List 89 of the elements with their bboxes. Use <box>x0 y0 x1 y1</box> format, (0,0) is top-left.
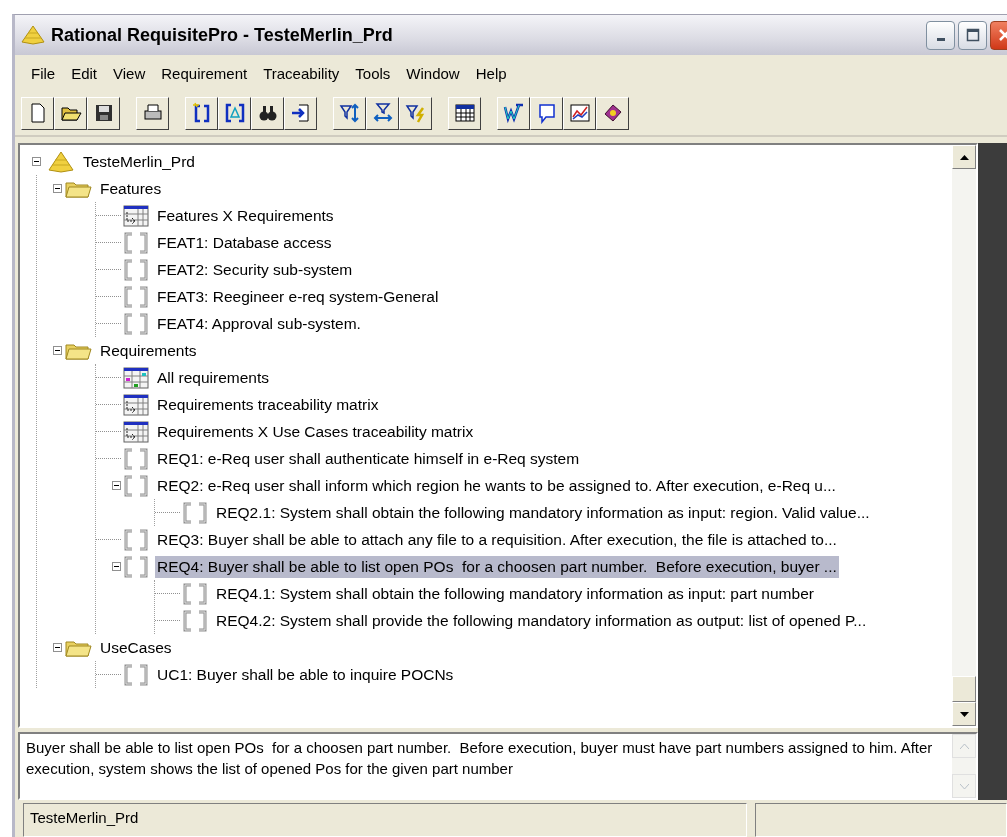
brackets-icon <box>182 609 208 632</box>
brackets-icon <box>123 258 149 281</box>
print-button[interactable] <box>136 96 169 130</box>
menu-item[interactable]: Tools <box>347 60 399 86</box>
brackets-icon <box>123 555 149 578</box>
menu-item[interactable]: Edit <box>63 60 106 86</box>
minus-icon <box>53 184 62 193</box>
minimize-icon <box>936 37 945 41</box>
brackets-icon <box>123 447 149 470</box>
tree-item[interactable]: REQ4.2: System shall provide the following mandatory information as output: list of opened P... <box>214 609 869 632</box>
scrollbar[interactable] <box>952 145 976 726</box>
menu-item[interactable]: View <box>105 60 154 86</box>
open-folder-button[interactable] <box>54 96 87 130</box>
scroll-thumb[interactable] <box>952 676 976 702</box>
table-button[interactable] <box>448 96 481 130</box>
word-icon <box>502 102 525 124</box>
minus-icon <box>112 481 121 490</box>
up-arrow-icon <box>959 154 969 160</box>
pyramid-icon <box>47 150 75 173</box>
minus-icon <box>53 643 62 652</box>
tree-item[interactable]: Features X Requirements <box>155 204 336 227</box>
menu-item[interactable]: Window <box>398 60 468 86</box>
attribute-icon <box>223 102 246 124</box>
tree-item[interactable]: REQ2: e-Req user shall inform which region he wants to be assigned to. After execution, e-Req u... <box>155 474 838 497</box>
pyramid-icon <box>21 25 45 45</box>
tree-item[interactable]: Requirements X Use Cases traceability matrix <box>155 420 476 443</box>
tree-item[interactable]: All requirements <box>155 366 271 389</box>
minimize-button[interactable] <box>926 20 955 50</box>
minus-icon <box>53 346 62 355</box>
brackets-icon <box>123 474 149 497</box>
close-icon <box>997 28 1007 42</box>
grid-icon <box>123 366 149 389</box>
new-document-button[interactable] <box>21 96 54 130</box>
tree-item[interactable]: Features <box>98 177 164 200</box>
brackets-icon <box>123 312 149 335</box>
tree-item[interactable]: FEAT1: Database access <box>155 231 334 254</box>
chart-button[interactable] <box>563 96 596 130</box>
brackets-icon <box>123 285 149 308</box>
filter-swap-button[interactable] <box>366 96 399 130</box>
menu-item[interactable]: File <box>23 60 64 86</box>
import-button[interactable] <box>284 96 317 130</box>
tree-item[interactable]: REQ1: e-Req user shall authenticate himself in e-Req system <box>155 447 582 470</box>
import-icon <box>289 102 312 124</box>
brackets-icon <box>123 663 149 686</box>
tree-item[interactable]: UC1: Buyer shall be able to inquire POCNs <box>155 663 456 686</box>
filter-query-icon <box>404 102 427 124</box>
filter-sort-icon <box>338 102 361 124</box>
tree-item[interactable]: REQ2.1: System shall obtain the following mandatory information as input: region. Valid value... <box>214 501 872 524</box>
save-button[interactable] <box>87 96 120 130</box>
book-button[interactable] <box>596 96 629 130</box>
brackets-icon <box>123 231 149 254</box>
status-panel: TesteMerlin_Prd <box>23 803 747 837</box>
filter-sort-button[interactable] <box>333 96 366 130</box>
scroll-track <box>952 758 976 774</box>
tree-item[interactable]: REQ4: Buyer shall be able to list open POs for a choosen part number. Before execution, buyer ... <box>155 555 839 578</box>
new-requirement-button[interactable] <box>185 96 218 130</box>
find-button[interactable] <box>251 96 284 130</box>
description-text: Buyer shall be able to list open POs for a choosen part number. Before execution, buyer must have part numbers assigned to him. After execution, system shows the list of opened Pos for the given part number <box>25 738 934 779</box>
filter-query-button[interactable] <box>399 96 432 130</box>
maximize-icon <box>965 28 980 42</box>
matrix-icon <box>123 393 149 416</box>
tree-item[interactable]: FEAT4: Approval sub-system. <box>155 312 363 335</box>
tree-item[interactable]: REQ3: Buyer shall be able to attach any file to a requisition. After execution, the file is attached to... <box>155 528 839 551</box>
brackets-icon <box>182 582 208 605</box>
tree-item[interactable]: FEAT2: Security sub-system <box>155 258 355 281</box>
comment-button[interactable] <box>530 96 563 130</box>
filter-swap-icon <box>371 102 394 124</box>
maximize-button[interactable] <box>958 20 987 50</box>
brackets-icon <box>123 528 149 551</box>
matrix-icon <box>123 204 149 227</box>
tree-item[interactable]: FEAT3: Reegineer e-req system-General <box>155 285 441 308</box>
menu-item[interactable]: Traceability <box>255 60 348 86</box>
tree-item[interactable]: Requirements <box>98 339 199 362</box>
tree-item[interactable]: TesteMerlin_Prd <box>81 150 197 173</box>
tree-item[interactable]: Requirements traceability matrix <box>155 393 381 416</box>
tree-item[interactable]: UseCases <box>98 636 174 659</box>
minus-icon <box>32 157 41 166</box>
menu-item[interactable]: Requirement <box>153 60 256 86</box>
word-button[interactable] <box>497 96 530 130</box>
chart-icon <box>568 102 591 124</box>
attribute-button[interactable] <box>218 96 251 130</box>
tree-item[interactable]: REQ4.1: System shall obtain the following mandatory information as input: part number <box>214 582 816 605</box>
down-arrow-icon <box>959 711 969 717</box>
minus-icon <box>112 562 121 571</box>
matrix-icon <box>123 420 149 443</box>
table-icon <box>453 102 476 124</box>
window-title: Rational RequisitePro - TesteMerlin_Prd <box>51 24 393 46</box>
brackets-icon <box>182 501 208 524</box>
menu-item[interactable]: Help <box>467 60 515 86</box>
